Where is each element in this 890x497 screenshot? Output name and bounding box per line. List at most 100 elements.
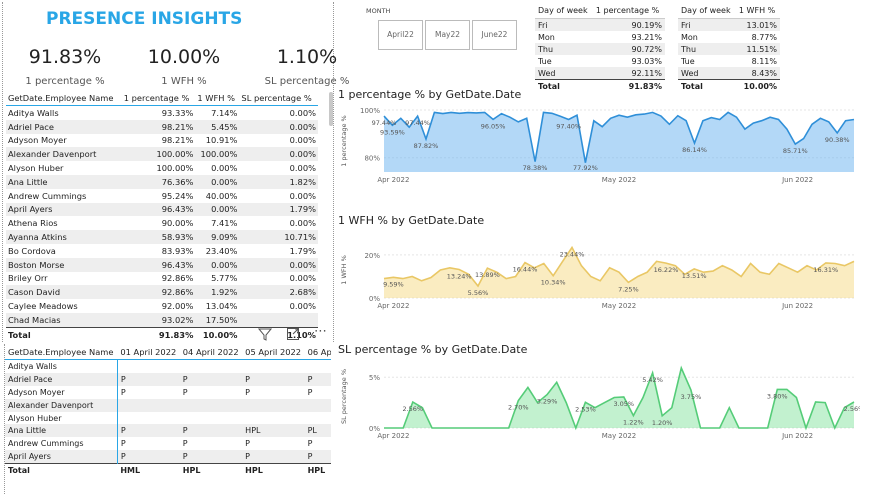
table-cell: P bbox=[304, 372, 331, 386]
table-scrollbar[interactable] bbox=[329, 92, 333, 126]
chart-sl-by-date[interactable]: SL percentage % by GetDate.Date 0% 5% SL p… bbox=[338, 343, 860, 443]
table-row[interactable]: Alyson Huber bbox=[5, 411, 331, 425]
table-row[interactable]: Ayanna Atkins 58.93% 9.09% 10.71% bbox=[6, 230, 318, 244]
table-cell: 95.24% bbox=[161, 190, 194, 201]
table-row[interactable]: Adriel Pace 98.21% 5.45% 0.00% bbox=[6, 119, 318, 134]
table-row[interactable]: Wed 8.43% bbox=[678, 67, 780, 80]
table-row[interactable]: Tue 8.11% bbox=[678, 55, 780, 67]
table-row[interactable]: Fri 13.01% bbox=[678, 18, 780, 31]
data-label: 9.59% bbox=[383, 280, 404, 288]
table-row[interactable]: Athena Rios 90.00% 7.41% 0.00% bbox=[6, 216, 318, 230]
table-row[interactable]: Bo Cordova 83.93% 23.40% 1.79% bbox=[6, 244, 318, 258]
month-option-may[interactable]: May22 bbox=[425, 20, 470, 50]
data-label: 2.56% bbox=[402, 405, 423, 413]
column-header[interactable]: 1 WFH % bbox=[195, 90, 240, 106]
column-header[interactable]: 06 Ap bbox=[304, 344, 331, 360]
dow-presence-table[interactable]: Day of week 1 percentage % Fri 90.19% Mon 9… bbox=[535, 2, 667, 92]
data-label: 23.44% bbox=[560, 251, 585, 259]
column-header[interactable]: 1 WFH % bbox=[735, 2, 780, 19]
month-option-april[interactable]: April22 bbox=[378, 20, 423, 50]
table-cell: P bbox=[179, 424, 243, 438]
table-cell: Alyson Huber bbox=[8, 163, 64, 174]
column-header[interactable]: SL percentage % bbox=[239, 90, 318, 106]
table-cell: 93.21% bbox=[631, 32, 662, 42]
chart-presence-by-date[interactable]: 1 percentage % by GetDate.Date 80% 100% 1 … bbox=[338, 88, 860, 198]
table-cell bbox=[116, 411, 180, 425]
table-cell: P bbox=[116, 372, 180, 386]
table-cell: 8.43% bbox=[735, 67, 780, 80]
table-row[interactable]: Aditya Walls 93.33% 7.14% 0.00% bbox=[6, 106, 318, 120]
table-cell: 8.11% bbox=[751, 56, 777, 66]
table-cell: 93.33% bbox=[161, 107, 194, 118]
table-cell: 92.86% bbox=[121, 285, 196, 300]
table-row[interactable]: Ana Little 76.36% 0.00% 1.82% bbox=[6, 174, 318, 189]
attendance-table[interactable]: GetDate.Employee Name 01 April 2022 04 A… bbox=[4, 344, 331, 494]
column-header[interactable]: 01 April 2022 bbox=[117, 344, 180, 360]
data-label: 77.92% bbox=[573, 164, 598, 172]
table-cell bbox=[116, 359, 180, 373]
table-row[interactable]: Boston Morse 96.43% 0.00% 0.00% bbox=[6, 257, 318, 272]
column-header[interactable]: Day of week bbox=[678, 2, 736, 19]
table-row[interactable]: April Ayers P P P P bbox=[5, 450, 331, 464]
table-row[interactable]: Adyson Moyer 98.21% 10.91% 0.00% bbox=[6, 134, 318, 148]
table-row[interactable]: Andrew Cummings P P P P bbox=[5, 437, 331, 451]
column-header[interactable]: 04 April 2022 bbox=[179, 344, 243, 360]
chart-wfh-by-date[interactable]: 1 WFH % by GetDate.Date 0% 20% 1 WFH % Apr … bbox=[338, 214, 860, 314]
table-row[interactable]: Alexander Davenport 100.00% 100.00% 0.00% bbox=[6, 147, 318, 162]
table-cell: 5.77% bbox=[211, 273, 238, 284]
table-row[interactable]: Thu 90.72% bbox=[535, 43, 665, 55]
table-cell: Ana Little bbox=[5, 424, 118, 438]
data-label: 7.25% bbox=[618, 285, 639, 293]
table-cell: 40.00% bbox=[205, 190, 238, 201]
table-cell: 2.68% bbox=[239, 285, 318, 300]
table-row[interactable]: Ana Little P P HPL PL bbox=[5, 424, 331, 438]
table-cell: 17.50% bbox=[195, 312, 240, 328]
table-cell bbox=[242, 398, 305, 412]
table-row[interactable]: Tue 93.03% bbox=[535, 55, 665, 67]
month-slicer-label: MONTH bbox=[366, 7, 391, 15]
table-row[interactable]: Cason David 92.86% 1.92% 2.68% bbox=[6, 285, 318, 300]
data-label: 16.31% bbox=[813, 266, 838, 274]
table-row[interactable]: Adyson Moyer P P P P bbox=[5, 385, 331, 399]
table-cell: P bbox=[307, 439, 313, 449]
table-row[interactable]: Alexander Davenport bbox=[5, 398, 331, 412]
table-cell: April Ayers bbox=[6, 202, 122, 217]
table-cell: HPL bbox=[242, 463, 305, 478]
table-cell: Wed bbox=[535, 67, 593, 80]
table-cell: 0.00% bbox=[239, 119, 318, 134]
column-header[interactable]: GetDate.Employee Name bbox=[5, 344, 118, 360]
chart-wfh-svg: 0%20%1 WFH %Apr 2022 May 2022 Jun 20229.59… bbox=[340, 245, 855, 310]
table-row[interactable]: Wed 92.11% bbox=[535, 67, 665, 80]
table-row[interactable]: Aditya Walls bbox=[5, 359, 331, 373]
y-tick-label: 100% bbox=[360, 107, 380, 115]
dow-wfh-table[interactable]: Day of week 1 WFH % Fri 13.01% Mon 8.77% Thu… bbox=[678, 2, 782, 92]
column-header[interactable]: GetDate.Employee Name bbox=[6, 90, 122, 106]
table-total-row: Total HML HPL HPL HPL bbox=[5, 463, 331, 478]
table-cell: 10.00% bbox=[195, 326, 240, 340]
column-header[interactable]: 05 April 2022 bbox=[242, 344, 305, 360]
x-tick-label: May 2022 bbox=[602, 432, 637, 440]
table-row[interactable]: Andrew Cummings 95.24% 40.00% 0.00% bbox=[6, 189, 318, 203]
month-option-june[interactable]: June22 bbox=[472, 20, 517, 50]
table-row[interactable]: Thu 11.51% bbox=[678, 43, 780, 55]
kpi-label: 1 percentage % bbox=[25, 76, 105, 87]
table-cell: Alyson Huber bbox=[8, 413, 62, 423]
table-row[interactable]: Mon 8.77% bbox=[678, 31, 780, 43]
kpi-label: 1 WFH % bbox=[161, 76, 207, 87]
table-cell: 13.01% bbox=[735, 18, 780, 31]
focus-mode-icon[interactable] bbox=[286, 326, 300, 345]
table-row[interactable]: Mon 93.21% bbox=[535, 31, 665, 43]
more-options-icon[interactable]: ⋯ bbox=[314, 324, 327, 339]
employee-summary-table[interactable]: GetDate.Employee Name 1 percentage % 1 W… bbox=[6, 90, 326, 340]
table-row[interactable]: Adriel Pace P P P P bbox=[5, 372, 331, 386]
table-row[interactable]: Briley Orr 92.86% 5.77% 0.00% bbox=[6, 272, 318, 286]
table-row[interactable]: April Ayers 96.43% 0.00% 1.79% bbox=[6, 202, 318, 217]
table-row[interactable]: Fri 90.19% bbox=[535, 18, 665, 31]
filter-icon[interactable] bbox=[257, 326, 273, 345]
table-row[interactable]: Alyson Huber 100.00% 0.00% 0.00% bbox=[6, 161, 318, 175]
table-row[interactable]: Caylee Meadows 92.00% 13.04% 0.00% bbox=[6, 299, 318, 313]
column-header[interactable]: 1 percentage % bbox=[592, 2, 665, 19]
column-header[interactable]: 1 percentage % bbox=[121, 90, 196, 106]
table-cell: 1.10% bbox=[239, 326, 318, 340]
column-header[interactable]: Day of week bbox=[535, 2, 593, 19]
